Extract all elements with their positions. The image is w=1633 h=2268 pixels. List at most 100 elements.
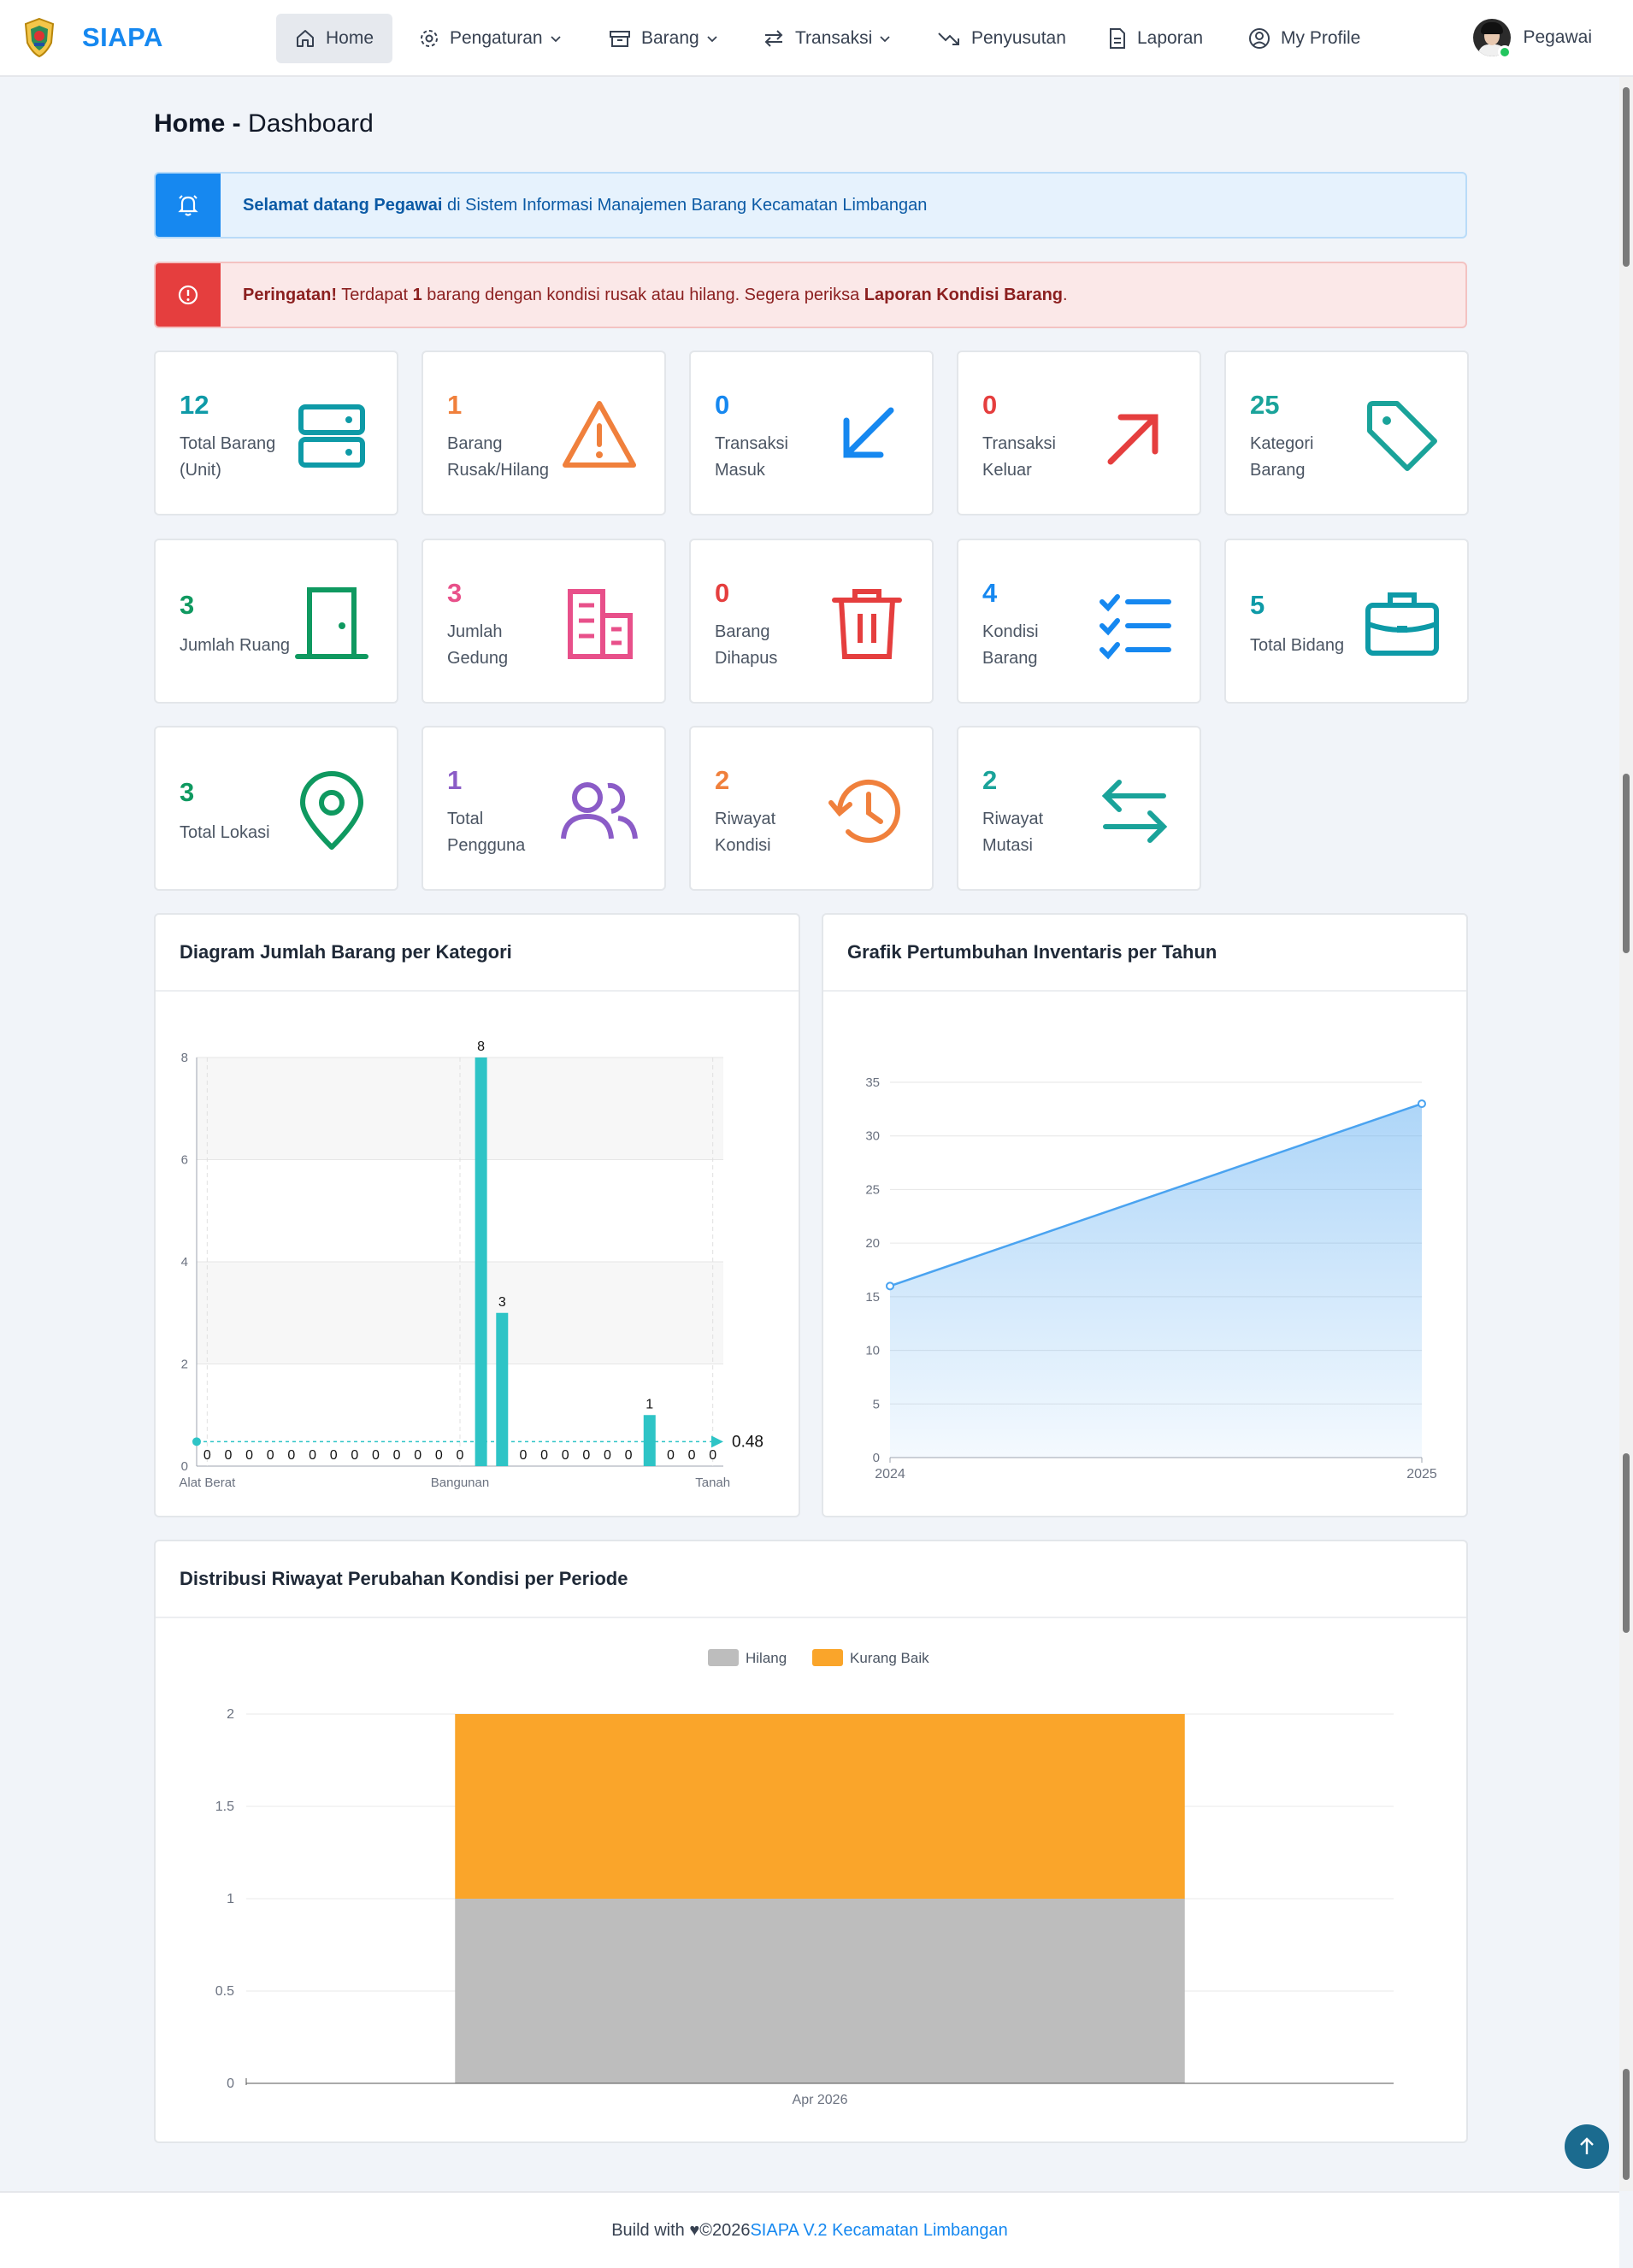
bar-value-label: 0 bbox=[688, 1448, 696, 1463]
page-title-rest: Dashboard bbox=[240, 109, 374, 138]
bar-value-label: 1 bbox=[646, 1397, 653, 1411]
stat-label: Total Barang (Unit) bbox=[180, 434, 276, 480]
y-tick-label: 35 bbox=[865, 1075, 880, 1090]
nav-my-profile-label: My Profile bbox=[1281, 28, 1361, 48]
top-navbar: SIAPA Home Pengaturan Barang Transaksi P… bbox=[0, 0, 1633, 77]
map-pin-icon bbox=[300, 771, 363, 850]
stat-card[interactable]: 3 Jumlah Ruang bbox=[154, 539, 398, 704]
welcome-bold: Selamat datang Pegawai bbox=[243, 195, 443, 215]
stat-card[interactable]: 3 Jumlah Gedung bbox=[422, 539, 666, 704]
back-to-top-button[interactable] bbox=[1565, 2124, 1609, 2169]
stat-value: 3 bbox=[447, 578, 463, 608]
stat-card[interactable]: 12 Total Barang (Unit) bbox=[154, 351, 398, 515]
stat-card[interactable]: 3 Total Lokasi bbox=[154, 726, 398, 891]
stat-card[interactable]: 4 Kondisi Barang bbox=[957, 539, 1201, 704]
y-tick-label: 15 bbox=[865, 1290, 880, 1305]
bar-value-label: 0 bbox=[625, 1448, 633, 1463]
bar-value-label: 0 bbox=[309, 1448, 316, 1463]
legend-swatch bbox=[812, 1649, 843, 1666]
reference-arrow bbox=[711, 1435, 723, 1448]
stat-card[interactable]: 0 Transaksi Keluar bbox=[957, 351, 1201, 515]
bar-value-label: 0 bbox=[604, 1448, 611, 1463]
user-name: Pegawai bbox=[1523, 27, 1592, 47]
warning-text-a: Terdapat bbox=[337, 285, 413, 304]
stat-value: 2 bbox=[982, 765, 998, 795]
y-tick-label: 0 bbox=[227, 2077, 234, 2091]
y-tick-label: 6 bbox=[181, 1153, 188, 1168]
nav-laporan[interactable]: Laporan bbox=[1089, 14, 1222, 63]
logo-icon bbox=[24, 17, 55, 58]
footer: Build with ♥ ©2026 SIAPA V.2 Kecamatan L… bbox=[0, 2191, 1619, 2268]
y-tick-label: 1 bbox=[227, 1892, 234, 1906]
y-tick-label: 4 bbox=[181, 1255, 188, 1269]
nav-transaksi[interactable]: Transaksi bbox=[744, 14, 910, 63]
nav-laporan-label: Laporan bbox=[1137, 28, 1204, 48]
server-icon bbox=[298, 404, 365, 468]
nav-home[interactable]: Home bbox=[276, 14, 393, 63]
bar-value-label: 0 bbox=[709, 1448, 716, 1463]
bar-value-label: 0 bbox=[519, 1448, 527, 1463]
stat-card[interactable]: 2 Riwayat Kondisi bbox=[689, 726, 934, 891]
kondisi-stacked-chart: Hilang Kurang Baik 0 0.5 1 1.5 2 Apr 2026 bbox=[215, 1649, 1394, 2107]
kondisi-chart-panel: Distribusi Riwayat Perubahan Kondisi per… bbox=[154, 1540, 1468, 2143]
data-point bbox=[886, 1281, 894, 1291]
stat-value: 5 bbox=[1250, 590, 1265, 620]
users-icon bbox=[561, 782, 638, 839]
page-scrollbar[interactable] bbox=[1619, 77, 1633, 2191]
stat-card[interactable]: 0 Barang Dihapus bbox=[689, 539, 934, 704]
app-name: SIAPA bbox=[82, 22, 163, 52]
y-tick-label: 10 bbox=[865, 1344, 880, 1358]
arrow-up-right-icon bbox=[1107, 414, 1158, 465]
stat-card[interactable]: 1 Barang Rusak/Hilang bbox=[422, 351, 666, 515]
stat-card[interactable]: 5 Total Bidang bbox=[1224, 539, 1469, 704]
footer-link[interactable]: SIAPA V.2 Kecamatan Limbangan bbox=[750, 2221, 1007, 2241]
bar-value-label: 0 bbox=[203, 1448, 211, 1463]
bar bbox=[643, 1415, 656, 1466]
y-tick-label: 5 bbox=[873, 1397, 880, 1411]
laporan-kondisi-link[interactable]: Laporan Kondisi Barang bbox=[864, 286, 1063, 304]
document-icon bbox=[1110, 28, 1125, 49]
stat-value: 3 bbox=[180, 777, 195, 807]
x-tick-label: Alat Berat bbox=[179, 1476, 236, 1490]
bar-value-label: 3 bbox=[498, 1295, 506, 1310]
bar-value-label: 0 bbox=[351, 1448, 358, 1463]
stat-card[interactable]: 0 Transaksi Masuk bbox=[689, 351, 934, 515]
alert-circle-icon bbox=[156, 263, 221, 327]
growth-chart-panel: Grafik Pertumbuhan Inventaris per Tahun … bbox=[822, 913, 1468, 1517]
stat-label: Riwayat Mutasi bbox=[982, 810, 1044, 855]
stat-label: Transaksi Keluar bbox=[982, 434, 1056, 480]
nav-pengaturan[interactable]: Pengaturan bbox=[400, 14, 581, 63]
user-menu[interactable]: Pegawai bbox=[1473, 19, 1592, 56]
stat-card[interactable]: 1 Total Pengguna bbox=[422, 726, 666, 891]
stat-label: Riwayat Kondisi bbox=[715, 810, 776, 855]
nav-barang[interactable]: Barang bbox=[590, 14, 737, 63]
brand[interactable]: SIAPA bbox=[22, 17, 163, 58]
stat-label: Barang Rusak/Hilang bbox=[447, 434, 549, 480]
nav-my-profile[interactable]: My Profile bbox=[1229, 14, 1379, 63]
checklist-icon bbox=[1099, 594, 1171, 660]
stat-card[interactable]: 25 Kategori Barang bbox=[1224, 351, 1469, 515]
heart-icon: ♥ bbox=[689, 2220, 700, 2240]
bar bbox=[496, 1312, 509, 1466]
bar-value-label: 0 bbox=[414, 1448, 422, 1463]
arrow-up-icon bbox=[1580, 2137, 1594, 2154]
trending-down-icon bbox=[938, 32, 959, 45]
warning-count: 1 bbox=[412, 285, 422, 304]
y-tick-label: 2 bbox=[181, 1358, 188, 1372]
user-circle-icon bbox=[1249, 28, 1270, 49]
nav-penyusutan[interactable]: Penyusutan bbox=[918, 14, 1085, 63]
bell-icon bbox=[156, 174, 221, 237]
stat-card[interactable]: 2 Riwayat Mutasi bbox=[957, 726, 1201, 891]
y-tick-label: 25 bbox=[865, 1182, 880, 1197]
bar-value-label: 8 bbox=[477, 1040, 485, 1054]
y-tick-label: 0 bbox=[873, 1451, 880, 1465]
warning-bold: Peringatan! bbox=[243, 285, 338, 304]
kategori-bar-chart: 024680 0 0 0 0 0 0 0 0 0 0 0 0830 0 0 0 0 010 0 00.48Alat B… bbox=[179, 1040, 763, 1490]
bar bbox=[475, 1057, 487, 1466]
bar-value-label: 0 bbox=[667, 1448, 675, 1463]
bar-value-label: 0 bbox=[435, 1448, 443, 1463]
history-icon bbox=[828, 779, 900, 843]
x-tick-label: 2025 bbox=[1406, 1467, 1437, 1482]
nav-transaksi-label: Transaksi bbox=[795, 28, 873, 48]
warning-text-b: barang dengan kondisi rusak atau hilang.… bbox=[422, 285, 864, 304]
